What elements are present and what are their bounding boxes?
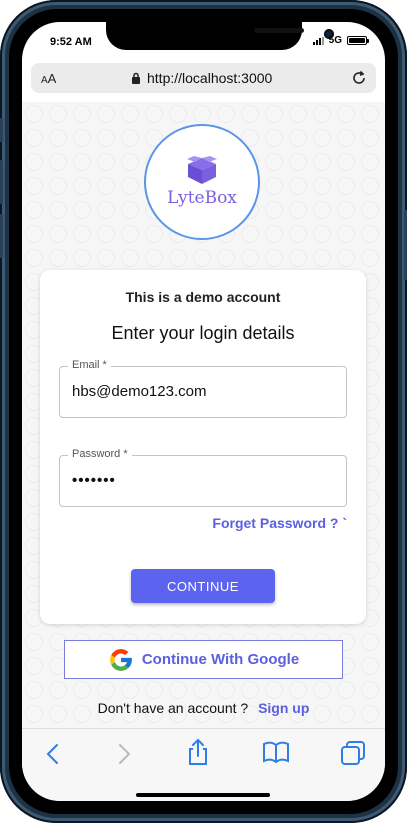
google-signin-button[interactable]: Continue With Google [64, 640, 343, 679]
login-heading: Enter your login details [111, 323, 295, 343]
notch [106, 22, 334, 50]
logo-text: LyteBox [167, 188, 237, 208]
text-size-button[interactable]: AA [41, 71, 56, 86]
url-display[interactable]: http://localhost:3000 [131, 70, 272, 86]
signup-prompt: Don't have an account ? [97, 700, 249, 716]
share-icon[interactable] [185, 738, 211, 766]
address-bar[interactable]: AA http://localhost:3000 [31, 63, 376, 93]
email-label: Email * [68, 359, 111, 371]
browser-toolbar [22, 728, 385, 801]
login-card: This is a demo account Enter your login … [40, 270, 366, 624]
status-time: 9:52 AM [50, 36, 92, 48]
forgot-password-link[interactable]: Forget Password ? ` [212, 515, 347, 531]
signup-row: Don't have an account ? Sign up [22, 700, 385, 716]
screen: 9:52 AM 5G AA http://localhost:3000 Lyte… [22, 22, 385, 801]
back-icon[interactable] [44, 742, 62, 766]
box-logo-icon [187, 156, 217, 184]
email-value: hbs@demo123.com [72, 383, 207, 400]
lock-icon [132, 72, 140, 84]
forward-icon[interactable] [115, 742, 133, 766]
bookmarks-icon[interactable] [262, 740, 290, 764]
signal-icon [312, 36, 324, 45]
brand-logo: LyteBox [144, 124, 260, 240]
google-signin-label: Continue With Google [141, 651, 300, 668]
tabs-icon[interactable] [340, 740, 366, 766]
password-value: ••••••• [72, 472, 116, 489]
home-indicator [136, 793, 270, 797]
continue-button[interactable]: CONTINUE [131, 569, 275, 603]
google-icon [109, 648, 132, 671]
reload-icon[interactable] [350, 69, 368, 87]
silent-switch [0, 118, 3, 142]
email-field[interactable]: Email * hbs@demo123.com [59, 359, 347, 418]
page-content: LyteBox This is a demo account Enter you… [22, 102, 385, 728]
battery-icon [347, 36, 369, 45]
status-indicators: 5G [312, 35, 369, 46]
url-text: http://localhost:3000 [147, 70, 273, 86]
speaker [254, 28, 304, 33]
network-label: 5G [328, 35, 342, 46]
phone-frame: 9:52 AM 5G AA http://localhost:3000 Lyte… [0, 0, 407, 823]
signup-link[interactable]: Sign up [258, 700, 309, 716]
demo-notice: This is a demo account [125, 289, 281, 305]
password-label: Password * [68, 448, 132, 460]
volume-down-button [0, 214, 3, 258]
volume-up-button [0, 160, 3, 204]
password-field[interactable]: Password * ••••••• [59, 448, 347, 507]
